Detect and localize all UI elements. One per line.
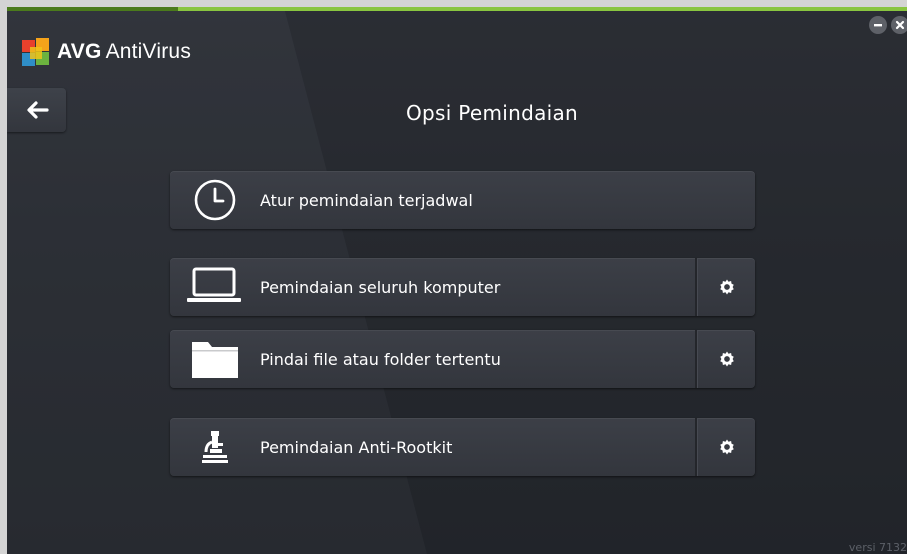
whole-computer-scan-item[interactable]: Pemindaian seluruh komputer [170, 258, 755, 316]
window-frame-left [0, 0, 7, 554]
scheduled-scan-button[interactable]: Atur pemindaian terjadwal [170, 171, 755, 229]
avg-logo-icon [22, 38, 49, 66]
gear-icon [719, 279, 734, 295]
file-folder-scan-item[interactable]: Pindai file atau folder tertentu [170, 330, 755, 388]
version-label: versi 7132 [848, 541, 907, 554]
product-name: AntiVirus [105, 40, 192, 63]
window-frame-top [0, 0, 907, 7]
microscope-icon [170, 430, 246, 464]
anti-rootkit-scan-button[interactable]: Pemindaian Anti-Rootkit [170, 418, 695, 476]
gear-icon [719, 439, 734, 455]
scan-option-label: Atur pemindaian terjadwal [260, 190, 473, 210]
whole-computer-scan-settings-button[interactable] [698, 258, 755, 316]
accent-line [7, 7, 907, 11]
whole-computer-scan-button[interactable]: Pemindaian seluruh komputer [170, 258, 695, 316]
scan-option-label: Pindai file atau folder tertentu [260, 349, 501, 369]
close-button[interactable] [891, 16, 907, 34]
file-folder-scan-button[interactable]: Pindai file atau folder tertentu [170, 330, 695, 388]
scan-option-label: Pemindaian seluruh komputer [260, 277, 501, 297]
avg-logo: AVG AntiVirus [21, 37, 191, 67]
clock-icon [170, 178, 246, 222]
laptop-icon [170, 267, 246, 307]
brand-name: AVG [57, 40, 102, 63]
folder-icon [170, 338, 246, 380]
app-name: AVG AntiVirus [57, 40, 191, 64]
minimize-button[interactable] [869, 16, 887, 34]
page-title: Opsi Pemindaian [405, 101, 579, 125]
scan-option-label: Pemindaian Anti-Rootkit [260, 437, 453, 457]
anti-rootkit-scan-settings-button[interactable] [698, 418, 755, 476]
close-icon [895, 20, 905, 30]
gear-icon [719, 351, 734, 367]
minimize-icon [874, 24, 882, 27]
anti-rootkit-scan-item[interactable]: Pemindaian Anti-Rootkit [170, 418, 755, 476]
scheduled-scan-item[interactable]: Atur pemindaian terjadwal [170, 171, 755, 229]
file-folder-scan-settings-button[interactable] [698, 330, 755, 388]
app-window: AVG AntiVirus Opsi Pemindaian Atur pemind… [7, 7, 907, 554]
